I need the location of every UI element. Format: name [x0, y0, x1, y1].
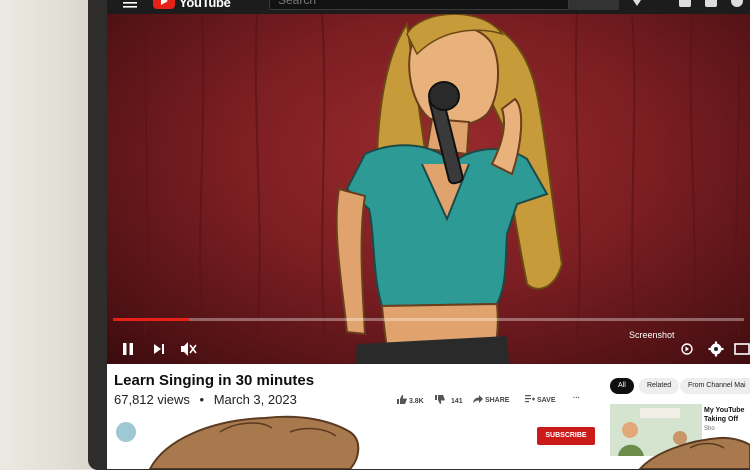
pause-icon[interactable] — [121, 341, 135, 357]
recommended-video-thumbnail[interactable] — [610, 404, 702, 456]
video-meta: 67,812 views • March 3, 2023 — [114, 392, 297, 407]
video-player[interactable] — [107, 14, 750, 364]
youtube-logo-text[interactable]: YouTube — [179, 0, 231, 10]
dislike-count: 141 — [450, 398, 463, 405]
video-frame-illustration — [144, 14, 740, 364]
screenshot-icon[interactable] — [680, 343, 694, 355]
apps-icon[interactable] — [705, 0, 717, 7]
youtube-logo-icon[interactable] — [153, 0, 175, 9]
create-icon[interactable] — [679, 0, 691, 7]
channel-avatar[interactable] — [116, 422, 136, 442]
share-label: SHARE — [484, 397, 510, 404]
dislike-button[interactable]: 141 — [435, 395, 463, 405]
share-button[interactable]: SHARE — [473, 395, 509, 404]
thumbnail-illustration — [610, 404, 702, 456]
thumbs-down-icon — [435, 395, 445, 404]
chip-all[interactable]: All — [610, 378, 634, 394]
notifications-icon[interactable] — [731, 0, 743, 7]
recommended-video-title[interactable]: My YouTube Taking Off — [704, 406, 750, 424]
save-playlist-icon — [525, 395, 535, 403]
save-label: SAVE — [536, 397, 556, 404]
mute-icon[interactable] — [179, 341, 197, 357]
search-input[interactable]: Search — [269, 0, 569, 10]
upload-date: March 3, 2023 — [213, 392, 297, 407]
recommended-channel-name: Sho — [704, 426, 715, 432]
subscribe-button[interactable]: SUBSCRIBE — [537, 427, 595, 445]
save-button[interactable]: SAVE — [525, 395, 556, 404]
view-count: 67,812 views — [114, 392, 190, 407]
share-icon — [473, 395, 483, 403]
screenshot-label[interactable]: Screenshot — [629, 330, 675, 340]
progress-bar-fill — [113, 318, 189, 321]
search-button[interactable] — [569, 0, 619, 10]
chip-related[interactable]: Related — [639, 378, 680, 394]
settings-icon[interactable] — [708, 341, 724, 357]
chip-from-channel[interactable]: From Channel Mai — [680, 378, 750, 394]
progress-bar[interactable] — [113, 318, 744, 321]
menu-icon[interactable] — [123, 0, 137, 8]
video-title: Learn Singing in 30 minutes — [114, 372, 315, 389]
theater-icon[interactable] — [734, 342, 750, 356]
browser-screen: YouTube Search Screenshot Learn Singing … — [107, 0, 750, 469]
next-icon[interactable] — [152, 342, 166, 356]
like-button[interactable]: 3.8K — [397, 395, 424, 405]
microphone-icon[interactable] — [632, 0, 642, 8]
meta-separator: • — [199, 392, 205, 407]
wall-background — [0, 0, 100, 469]
like-count: 3.8K — [408, 398, 424, 405]
thumbs-up-icon — [397, 395, 407, 404]
top-bar: YouTube Search — [107, 0, 750, 14]
more-actions-button[interactable]: ··· — [573, 395, 580, 402]
